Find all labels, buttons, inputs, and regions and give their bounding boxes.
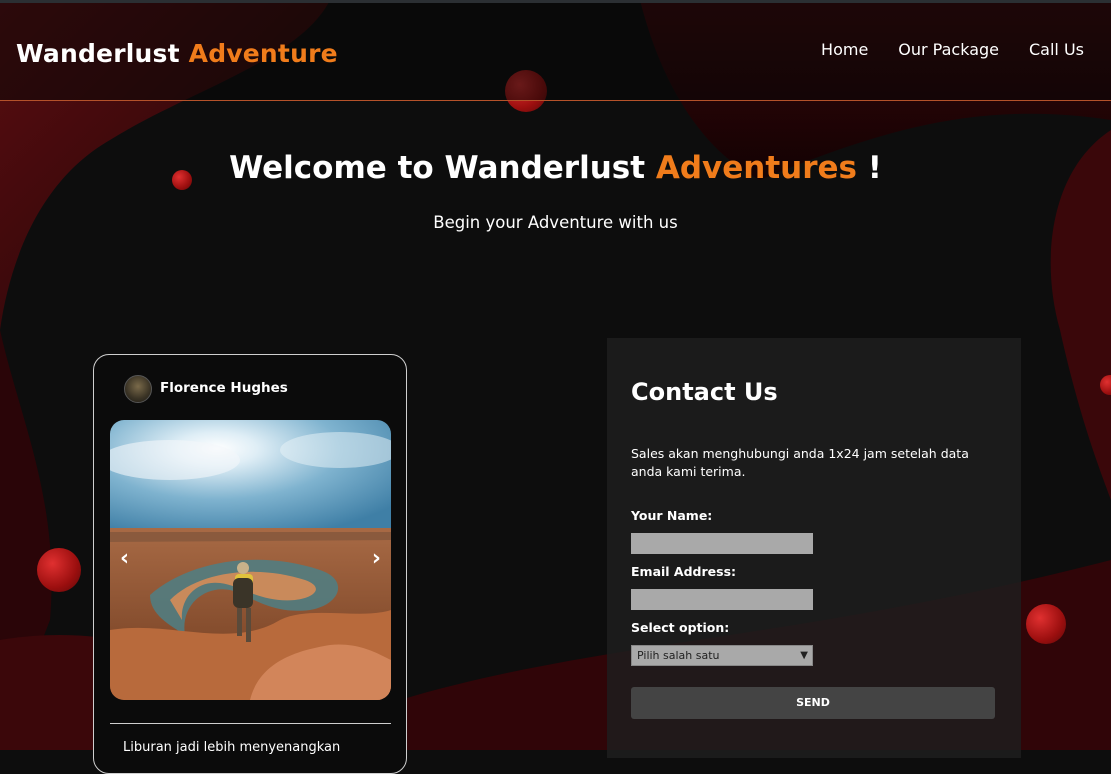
card-username: Florence Hughes xyxy=(160,380,288,396)
main-nav: Home Our Package Call Us xyxy=(821,40,1084,59)
email-label: Email Address: xyxy=(631,564,737,579)
chevron-down-icon: ▼ xyxy=(800,650,808,661)
site-header: Wanderlust Adventure Home Our Package Ca… xyxy=(0,0,1111,101)
option-select[interactable]: Pilih salah satu ▼ xyxy=(631,645,813,666)
hero-title: Welcome to Wanderlust Adventures ! xyxy=(0,150,1111,186)
hero-title-end: ! xyxy=(867,150,882,186)
nav-call-us[interactable]: Call Us xyxy=(1029,40,1084,59)
image-carousel[interactable]: ‹ › xyxy=(110,420,391,700)
brand-name-main: Wanderlust xyxy=(16,39,180,68)
nav-our-package[interactable]: Our Package xyxy=(898,40,999,59)
carousel-prev-icon[interactable]: ‹ xyxy=(120,548,129,570)
avatar xyxy=(124,375,152,403)
contact-description: Sales akan menghubungi anda 1x24 jam set… xyxy=(631,446,969,479)
contact-title: Contact Us xyxy=(631,378,778,406)
testimonial-card: Florence Hughes ‹ › Liburan jadi lebih m… xyxy=(93,354,407,774)
email-input[interactable] xyxy=(631,589,813,610)
carousel-next-icon[interactable]: › xyxy=(372,548,381,570)
card-divider xyxy=(110,723,391,724)
brand-name-accent: Adventure xyxy=(188,39,338,68)
option-select-value: Pilih salah satu xyxy=(637,649,720,662)
card-caption: Liburan jadi lebih menyenangkan xyxy=(123,740,341,755)
contact-section: Contact Us Sales akan menghubungi anda 1… xyxy=(607,338,1021,758)
brand-logo[interactable]: Wanderlust Adventure xyxy=(16,39,338,68)
hero-title-main: Welcome to Wanderlust xyxy=(229,150,646,186)
send-button[interactable]: SEND xyxy=(631,687,995,719)
name-input[interactable] xyxy=(631,533,813,554)
nav-home[interactable]: Home xyxy=(821,40,868,59)
hero-title-accent: Adventures xyxy=(655,150,857,186)
carousel-photo xyxy=(110,420,391,700)
name-label: Your Name: xyxy=(631,508,713,523)
select-label: Select option: xyxy=(631,620,730,635)
hero-subtitle: Begin your Adventure with us xyxy=(433,213,678,232)
